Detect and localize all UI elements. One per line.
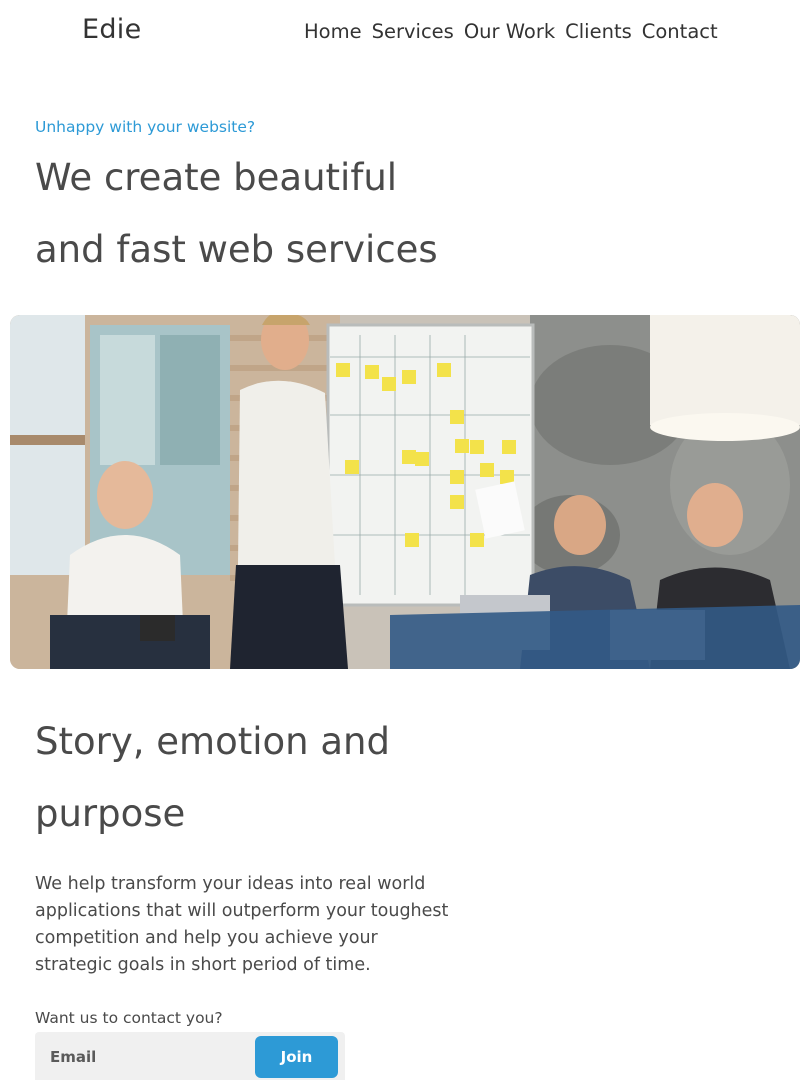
main-nav: Home Services Our Work Clients Contact (304, 20, 718, 43)
logo[interactable]: Edie (82, 14, 142, 45)
contact-form: Join (35, 1032, 345, 1080)
hero-title-line-2: and fast web services (35, 228, 438, 271)
join-button[interactable]: Join (255, 1036, 338, 1078)
nav-clients[interactable]: Clients (565, 20, 632, 43)
nav-home[interactable]: Home (304, 20, 362, 43)
hero-image (10, 315, 800, 669)
contact-label: Want us to contact you? (35, 1009, 223, 1027)
hero-eyebrow: Unhappy with your website? (35, 118, 256, 136)
story-title-line-1: Story, emotion and (35, 720, 390, 763)
nav-services[interactable]: Services (372, 20, 454, 43)
story-title-line-2: purpose (35, 792, 186, 835)
story-body: We help transform your ideas into real w… (35, 874, 449, 975)
email-field[interactable] (35, 1032, 250, 1080)
page: Edie Home Services Our Work Clients Cont… (0, 0, 810, 1080)
story-title: Story, emotion and purpose (35, 706, 455, 850)
hero-title-line-1: We create beautiful (35, 156, 398, 199)
nav-contact[interactable]: Contact (642, 20, 718, 43)
team-meeting-photo (10, 315, 800, 669)
hero-title: We create beautiful and fast web service… (35, 142, 555, 286)
nav-our-work[interactable]: Our Work (464, 20, 555, 43)
